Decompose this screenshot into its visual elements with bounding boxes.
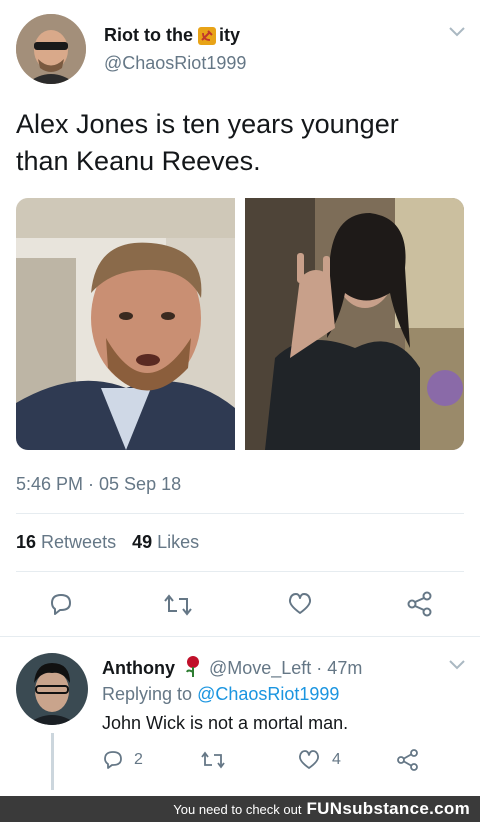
tweet-text: Alex Jones is ten years younger than Kea… [16, 109, 399, 176]
reply-header: Anthony @Move_Left · 47m [102, 655, 362, 682]
like-icon [298, 750, 320, 770]
reply-reply-action[interactable]: 2 [102, 750, 143, 770]
chevron-down-icon[interactable] [448, 26, 466, 38]
author-handle[interactable]: @ChaosRiot1999 [104, 53, 246, 74]
author-name[interactable]: Riot to the ity [104, 25, 240, 46]
rose-emoji-icon [185, 655, 201, 682]
reply-author-name[interactable]: Anthony [102, 658, 175, 679]
tweet-image-left[interactable] [16, 198, 235, 450]
section-divider [0, 636, 480, 637]
reply-count: 2 [134, 751, 143, 768]
watermark-footer: You need to check out FUNsubstance.com [0, 796, 480, 822]
likes-count: 49 [132, 532, 153, 552]
retweets-count: 16 [16, 532, 37, 552]
likes-label: Likes [157, 532, 200, 552]
retweets-label: Retweets [41, 532, 117, 552]
divider [16, 571, 464, 572]
retweets-stat[interactable]: 16 Retweets [16, 532, 116, 553]
watermark-brand: FUNsubstance.com [306, 799, 470, 818]
watermark-prefix: You need to check out [173, 801, 302, 817]
hammer-sickle-emoji-icon [197, 26, 216, 45]
reply-like-count: 4 [332, 751, 341, 768]
divider [16, 513, 464, 514]
reply-share-icon[interactable] [396, 748, 420, 772]
author-name-suffix: ity [218, 25, 240, 45]
author-avatar[interactable] [16, 14, 86, 84]
author-name-text: Riot to the [104, 25, 193, 45]
replying-to-handle[interactable]: @ChaosRiot1999 [197, 684, 339, 704]
reply-like-action[interactable]: 4 [298, 750, 341, 770]
tweet-timestamp[interactable]: 5:46 PM · 05 Sep 18 [16, 474, 181, 495]
reply-text: John Wick is not a mortal man. [102, 713, 349, 733]
reply-handle-time[interactable]: @Move_Left · 47m [209, 658, 362, 679]
retweet-icon[interactable] [163, 593, 193, 617]
replying-to-line: Replying to @ChaosRiot1999 [102, 684, 339, 705]
likes-stat[interactable]: 49 Likes [132, 532, 199, 553]
reply-icon[interactable] [48, 592, 74, 616]
replying-to-prefix: Replying to [102, 684, 193, 704]
tweet-stats: 16 Retweets 49 Likes [16, 532, 199, 553]
thread-line [51, 733, 54, 790]
tweet-image-right[interactable] [245, 198, 464, 450]
share-icon[interactable] [406, 590, 434, 618]
reply-author-avatar[interactable] [16, 653, 88, 725]
reply-retweet-icon[interactable] [200, 750, 226, 770]
reply-chevron-down-icon[interactable] [448, 659, 466, 671]
reply-icon [102, 750, 124, 770]
like-icon[interactable] [287, 592, 313, 616]
